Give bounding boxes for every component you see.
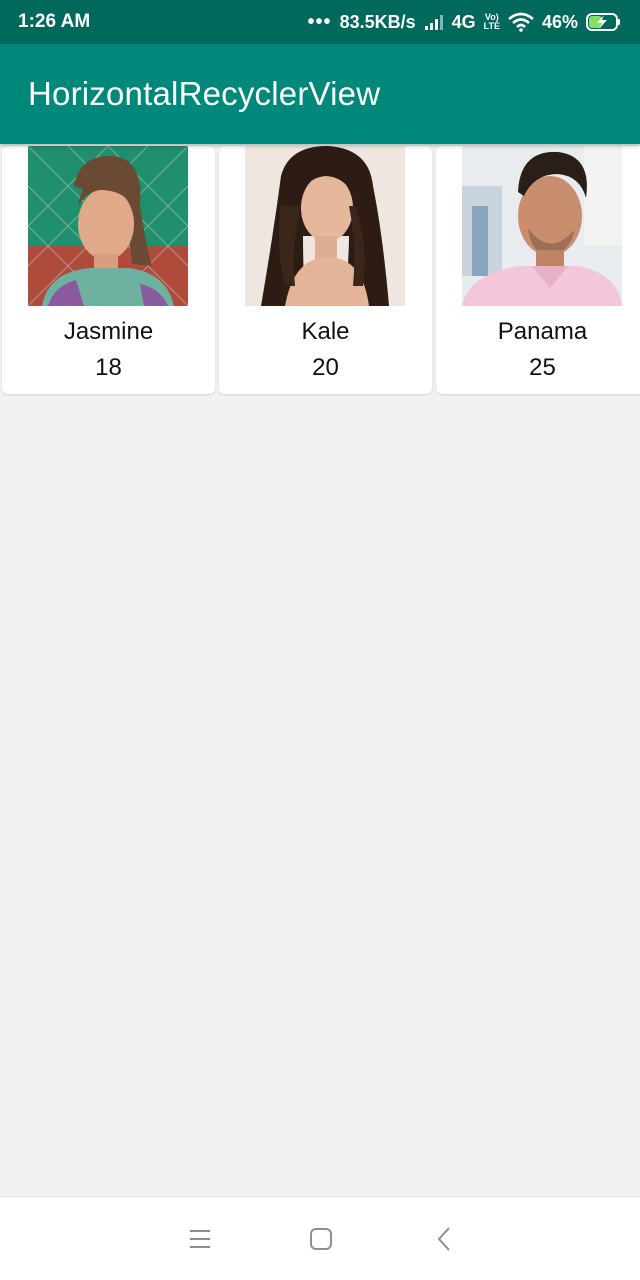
network-type: 4G: [451, 11, 476, 32]
volte-indicator: Vo) LTE: [484, 13, 500, 31]
back-chevron-icon[interactable]: [430, 1225, 458, 1253]
horizontal-recycler-view[interactable]: Jasmine 18 Kale 20 Panama 25: [0, 144, 640, 396]
item-name: Jasmine: [63, 318, 154, 345]
item-age: 25: [529, 354, 556, 381]
item-age: 20: [312, 354, 339, 381]
home-square-icon[interactable]: [307, 1225, 335, 1253]
network-speed: 83.5KB/s: [339, 11, 416, 32]
status-time: 1:26 AM: [18, 11, 91, 32]
list-item-card[interactable]: Jasmine 18: [2, 146, 215, 394]
app-bar: HorizontalRecyclerView: [0, 44, 640, 144]
item-name: Panama: [497, 318, 588, 345]
status-indicators: ••• 83.5KB/s 4G Vo) LTE 46%: [308, 12, 622, 33]
notification-dots: •••: [307, 11, 332, 33]
battery-percent: 46%: [541, 11, 578, 32]
volte-bottom: LTE: [483, 21, 500, 31]
profile-photo: [245, 146, 405, 306]
signal-icon: [424, 14, 444, 30]
battery-charging-icon: [586, 12, 622, 32]
profile-photo: [462, 146, 622, 306]
list-item-card[interactable]: Panama 25: [436, 146, 640, 394]
wifi-icon: [508, 12, 534, 32]
profile-photo: [28, 146, 188, 306]
menu-icon[interactable]: [186, 1225, 214, 1253]
status-bar: 1:26 AM ••• 83.5KB/s 4G Vo) LTE 46%: [0, 0, 640, 44]
navigation-bar: [0, 1196, 640, 1280]
item-name: Kale: [301, 318, 350, 345]
list-item-card[interactable]: Kale 20: [219, 146, 432, 394]
item-age: 18: [95, 354, 122, 381]
app-title: HorizontalRecyclerView: [28, 75, 381, 112]
